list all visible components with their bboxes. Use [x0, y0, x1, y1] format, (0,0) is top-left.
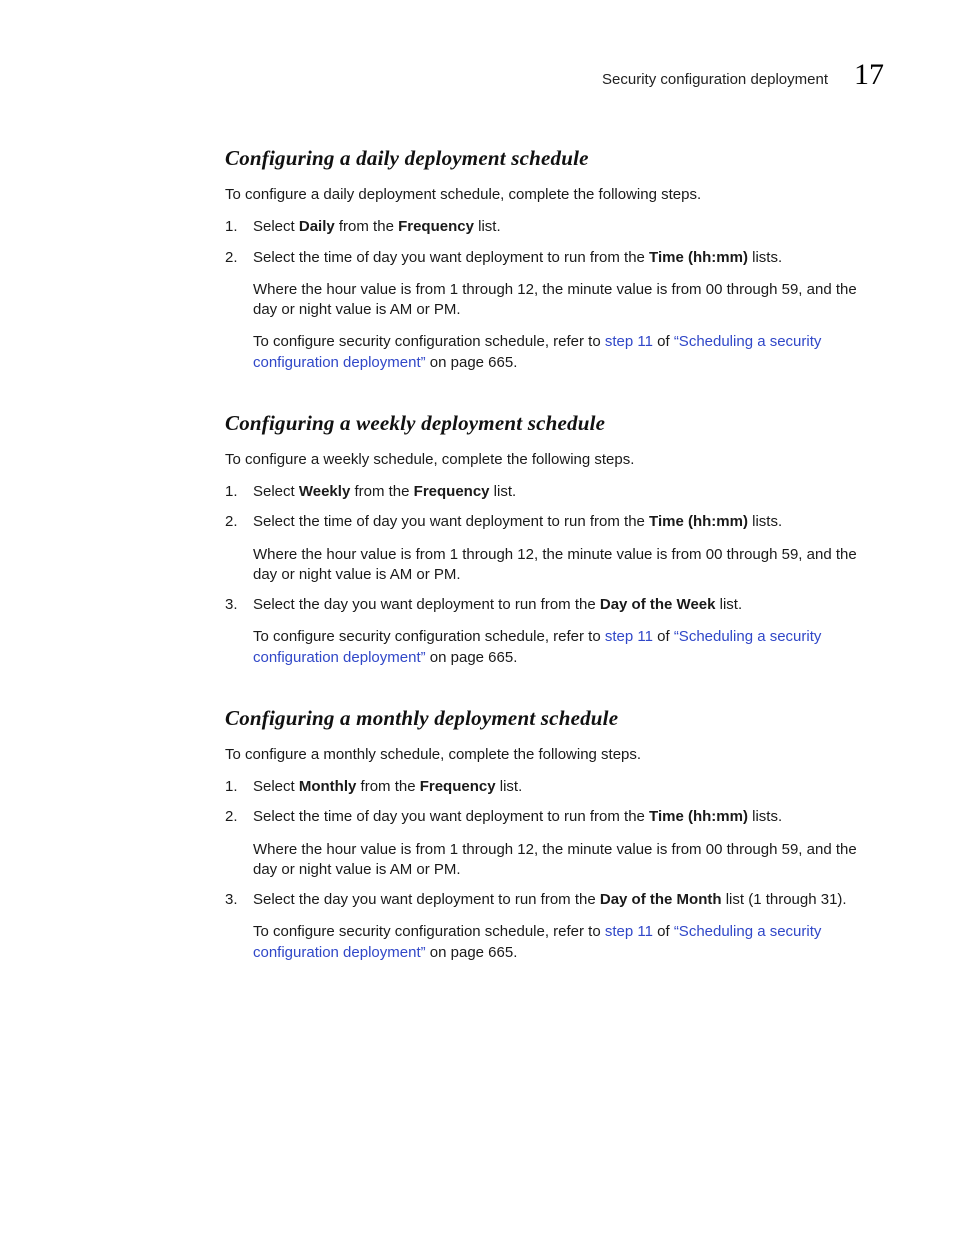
steps-weekly: Select Weekly from the Frequency list. S… [225, 482, 885, 668]
running-header-title: Security configuration deployment [602, 71, 828, 88]
step-text: list. [474, 218, 501, 235]
step-text: lists. [748, 249, 782, 266]
note-text: on page 665. [426, 944, 518, 961]
note-text: of [653, 923, 674, 940]
note-text: To configure security configuration sche… [253, 333, 605, 350]
note-text: of [653, 628, 674, 645]
step-text: Select the time of day you want deployme… [253, 513, 649, 530]
bold-term: Frequency [398, 218, 474, 235]
page-content: Configuring a daily deployment schedule … [225, 146, 885, 963]
step-note: Where the hour value is from 1 through 1… [253, 545, 885, 586]
list-item: Select the day you want deployment to ru… [225, 890, 885, 963]
step-text: from the [335, 218, 398, 235]
step-text: lists. [748, 808, 782, 825]
step-note: To configure security configuration sche… [253, 922, 885, 963]
step-text: Select the day you want deployment to ru… [253, 596, 600, 613]
xref-step-link[interactable]: step 11 [605, 333, 653, 350]
list-item: Select Daily from the Frequency list. [225, 217, 885, 237]
step-text: from the [356, 778, 419, 795]
list-item: Select Monthly from the Frequency list. [225, 777, 885, 797]
chapter-number: 17 [854, 58, 884, 92]
steps-daily: Select Daily from the Frequency list. Se… [225, 217, 885, 373]
step-note: To configure security configuration sche… [253, 332, 885, 373]
bold-term: Frequency [414, 483, 490, 500]
step-note: Where the hour value is from 1 through 1… [253, 840, 885, 881]
bold-term: Time (hh:mm) [649, 249, 748, 266]
step-note: To configure security configuration sche… [253, 627, 885, 668]
bold-term: Time (hh:mm) [649, 513, 748, 530]
step-text: list. [715, 596, 742, 613]
bold-term: Monthly [299, 778, 357, 795]
intro-text: To configure a weekly schedule, complete… [225, 450, 885, 470]
note-text: To configure security configuration sche… [253, 923, 605, 940]
bold-term: Day of the Week [600, 596, 716, 613]
step-text: Select the day you want deployment to ru… [253, 891, 600, 908]
list-item: Select the day you want deployment to ru… [225, 595, 885, 668]
step-text: Select [253, 218, 299, 235]
xref-step-link[interactable]: step 11 [605, 923, 653, 940]
note-text: of [653, 333, 674, 350]
intro-text: To configure a monthly schedule, complet… [225, 745, 885, 765]
step-text: lists. [748, 513, 782, 530]
section-heading-weekly: Configuring a weekly deployment schedule [225, 411, 885, 436]
bold-term: Daily [299, 218, 335, 235]
section-heading-monthly: Configuring a monthly deployment schedul… [225, 706, 885, 731]
intro-text: To configure a daily deployment schedule… [225, 185, 885, 205]
step-text: Select the time of day you want deployme… [253, 249, 649, 266]
step-text: Select [253, 483, 299, 500]
xref-step-link[interactable]: step 11 [605, 628, 653, 645]
note-text: on page 665. [426, 354, 518, 371]
list-item: Select the time of day you want deployme… [225, 807, 885, 880]
list-item: Select the time of day you want deployme… [225, 248, 885, 373]
step-text: Select [253, 778, 299, 795]
list-item: Select the time of day you want deployme… [225, 512, 885, 585]
step-text: list. [490, 483, 517, 500]
steps-monthly: Select Monthly from the Frequency list. … [225, 777, 885, 963]
note-text: To configure security configuration sche… [253, 628, 605, 645]
step-text: from the [350, 483, 413, 500]
bold-term: Day of the Month [600, 891, 722, 908]
section-heading-daily: Configuring a daily deployment schedule [225, 146, 885, 171]
bold-term: Frequency [420, 778, 496, 795]
bold-term: Time (hh:mm) [649, 808, 748, 825]
step-text: list (1 through 31). [722, 891, 847, 908]
step-text: Select the time of day you want deployme… [253, 808, 649, 825]
list-item: Select Weekly from the Frequency list. [225, 482, 885, 502]
step-note: Where the hour value is from 1 through 1… [253, 280, 885, 321]
page-header: Security configuration deployment 17 [0, 58, 884, 92]
step-text: list. [496, 778, 523, 795]
bold-term: Weekly [299, 483, 350, 500]
note-text: on page 665. [426, 649, 518, 666]
